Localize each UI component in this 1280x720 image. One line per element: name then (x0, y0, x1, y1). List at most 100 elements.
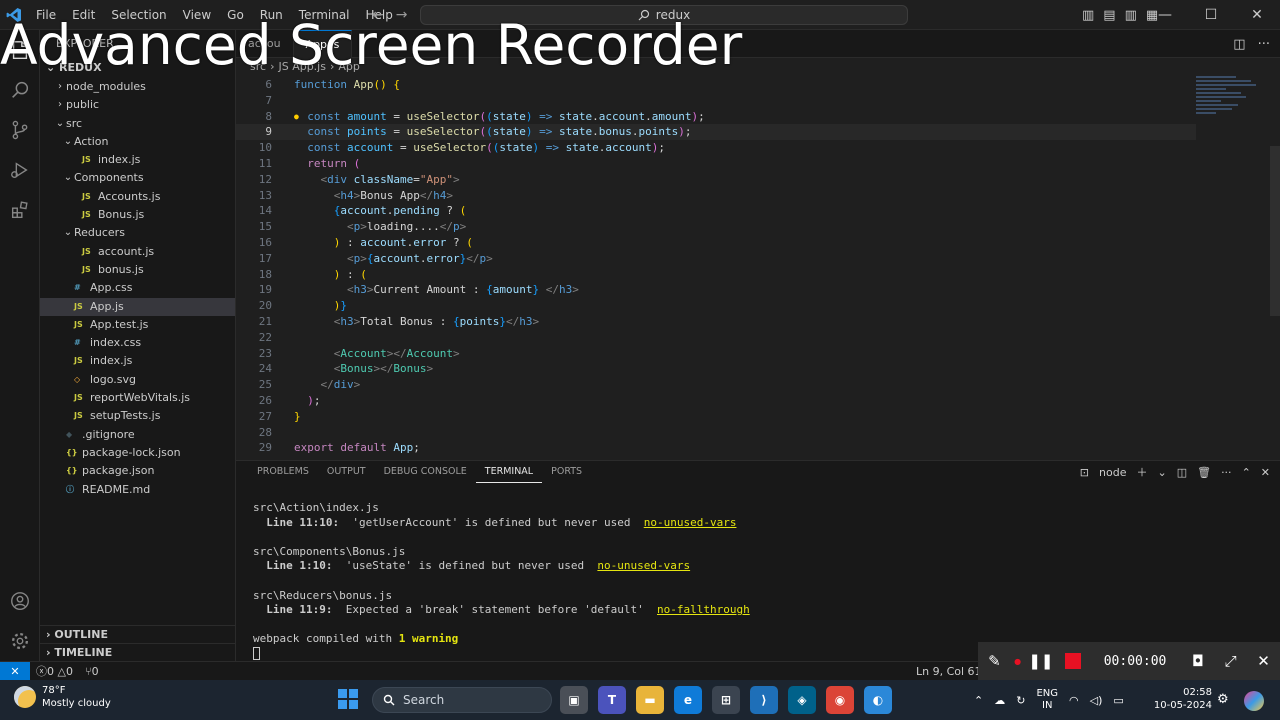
code-token: < (294, 315, 341, 328)
accounts-icon[interactable] (0, 581, 40, 621)
trash-icon[interactable]: 🗑 (1197, 466, 1211, 479)
pen-icon[interactable]: ✎ (978, 652, 1011, 670)
weather-widget[interactable]: 78°F Mostly cloudy (14, 684, 111, 710)
folder-item[interactable]: › node_modules (40, 78, 235, 96)
problems-status[interactable]: ⓧ0 △0 (30, 663, 79, 679)
file-item[interactable]: JS index.js (40, 151, 235, 169)
file-item[interactable]: JS setupTests.js (40, 407, 235, 425)
maximize-icon[interactable]: ☐ (1188, 0, 1234, 30)
git-file-icon: ◆ (66, 429, 73, 439)
camera-icon[interactable]: ◘ (1181, 652, 1214, 670)
terminal-dropdown-icon[interactable]: ⌄ (1157, 466, 1166, 479)
cursor-position[interactable]: Ln 9, Col 61 (916, 665, 982, 678)
more-actions-icon[interactable]: ··· (1258, 37, 1270, 52)
toggle-primary-sidebar-icon[interactable]: ▥ (1082, 8, 1094, 23)
tab-debug-console[interactable]: DEBUG CONSOLE (375, 461, 476, 483)
file-item[interactable]: JS App.test.js (40, 316, 235, 334)
code-line: 15 <p>loading....</p> (236, 219, 1196, 235)
file-item[interactable]: JS reportWebVitals.js (40, 389, 235, 407)
file-item[interactable]: ⓘ README.md (40, 481, 235, 499)
recorder-app-icon[interactable]: ◐ (864, 686, 892, 714)
extensions-icon[interactable] (0, 190, 40, 230)
manage-gear-icon[interactable] (0, 621, 40, 661)
file-item[interactable]: JS account.js (40, 243, 235, 261)
chrome-icon[interactable]: ◉ (826, 686, 854, 714)
tray-chevron-icon[interactable]: ⌃ (974, 694, 983, 707)
ports-status[interactable]: ⑂0 (79, 665, 105, 678)
tree-item-label: public (66, 98, 100, 112)
terminal-output[interactable]: src\Action\index.js Line 11:10: 'getUser… (253, 501, 750, 662)
tab-terminal[interactable]: TERMINAL (475, 461, 543, 483)
tree-item-label: .gitignore (82, 427, 135, 441)
folder-item[interactable]: ⌄ Action (40, 133, 235, 151)
close-window-icon[interactable]: ✕ (1234, 0, 1280, 30)
windows-start-icon[interactable] (338, 689, 358, 709)
close-recorder-icon[interactable]: ✕ (1247, 652, 1280, 670)
lightbulb-icon[interactable]: ● (294, 109, 299, 125)
code-token: => (539, 141, 559, 155)
volume-icon[interactable]: ◁) (1090, 694, 1103, 707)
store-icon[interactable]: ⊞ (712, 686, 740, 714)
toggle-panel-icon[interactable]: ▤ (1103, 8, 1115, 23)
split-editor-icon[interactable]: ◫ (1233, 37, 1245, 52)
file-explorer-icon[interactable]: ▬ (636, 686, 664, 714)
pause-icon[interactable]: ❚❚ (1024, 652, 1057, 670)
task-view-icon[interactable]: ▣ (560, 686, 588, 714)
remote-indicator-icon[interactable]: ✕ (0, 661, 30, 681)
battery-icon[interactable]: ▭ (1113, 694, 1123, 707)
folder-item[interactable]: ⌄ Reducers (40, 224, 235, 242)
mysql-icon[interactable]: ◈ (788, 686, 816, 714)
sync-icon[interactable]: ↻ (1016, 694, 1025, 707)
editor-scrollbar[interactable] (1270, 146, 1280, 316)
tab-problems[interactable]: PROBLEMS (248, 461, 318, 483)
windows-taskbar: 78°F Mostly cloudy Search ▣ T ▬ e ⊞ ⟩ ◈ … (0, 680, 1280, 720)
taskbar-search[interactable]: Search (372, 687, 552, 713)
minimap[interactable] (1196, 76, 1266, 136)
panel-actions: ⊡ node ＋ ⌄ ◫ 🗑 ··· ⌃ ✕ (1080, 461, 1270, 483)
tab-output[interactable]: OUTPUT (318, 461, 375, 483)
notification-gear-icon[interactable]: ⚙ (1217, 692, 1229, 707)
more-actions-icon[interactable]: ··· (1221, 466, 1232, 479)
file-item[interactable]: JS Bonus.js (40, 206, 235, 224)
language-indicator[interactable]: ENG IN (1036, 688, 1058, 712)
file-item[interactable]: ◆ .gitignore (40, 426, 235, 444)
copilot-icon[interactable] (1244, 691, 1264, 711)
minimize-icon[interactable]: — (1142, 0, 1188, 30)
folder-item[interactable]: ⌄ src (40, 115, 235, 133)
vscode-taskbar-icon[interactable]: ⟩ (750, 686, 778, 714)
run-debug-icon[interactable] (0, 150, 40, 190)
code-token: state (492, 109, 526, 123)
close-panel-icon[interactable]: ✕ (1261, 466, 1270, 479)
maximize-panel-icon[interactable]: ⌃ (1242, 466, 1251, 479)
split-terminal-icon[interactable]: ◫ (1177, 466, 1187, 479)
toggle-secondary-sidebar-icon[interactable]: ▥ (1125, 8, 1137, 23)
file-item[interactable]: JS bonus.js (40, 261, 235, 279)
file-item[interactable]: # App.css (40, 279, 235, 297)
timeline-section[interactable]: › TIMELINE (40, 643, 236, 661)
outline-section[interactable]: › OUTLINE (40, 625, 236, 643)
teams-icon[interactable]: T (598, 686, 626, 714)
taskbar-clock[interactable]: 02:58 10-05-2024 (1148, 686, 1212, 712)
source-control-icon[interactable] (0, 110, 40, 150)
onedrive-cloud-icon[interactable]: ☁ (994, 694, 1005, 707)
wifi-icon[interactable]: ◠ (1069, 694, 1079, 707)
folder-item[interactable]: ⌄ Components (40, 169, 235, 187)
tab-ports[interactable]: PORTS (542, 461, 591, 483)
file-item[interactable]: {} package-lock.json (40, 444, 235, 462)
code-line: 8 const amount = useSelector((state) => … (236, 109, 1196, 125)
stop-button[interactable] (1065, 653, 1081, 669)
terminal-shell-name[interactable]: node (1099, 466, 1126, 479)
new-terminal-icon[interactable]: ＋ (1136, 464, 1147, 480)
file-item[interactable]: JS App.js (40, 297, 235, 316)
code-editor[interactable]: 6 function App() {7 8 const amount = useSe… (236, 76, 1280, 460)
file-item[interactable]: {} package.json (40, 462, 235, 480)
terminal-line: src\Components\Bonus.js (253, 544, 406, 558)
code-token: ( (360, 267, 367, 281)
file-item[interactable]: ◇ logo.svg (40, 371, 235, 389)
file-item[interactable]: JS index.js (40, 352, 235, 370)
file-item[interactable]: JS Accounts.js (40, 188, 235, 206)
edge-icon[interactable]: e (674, 686, 702, 714)
resize-icon[interactable]: ⤢ (1214, 652, 1247, 670)
file-item[interactable]: # index.css (40, 334, 235, 352)
folder-item[interactable]: › public (40, 96, 235, 114)
